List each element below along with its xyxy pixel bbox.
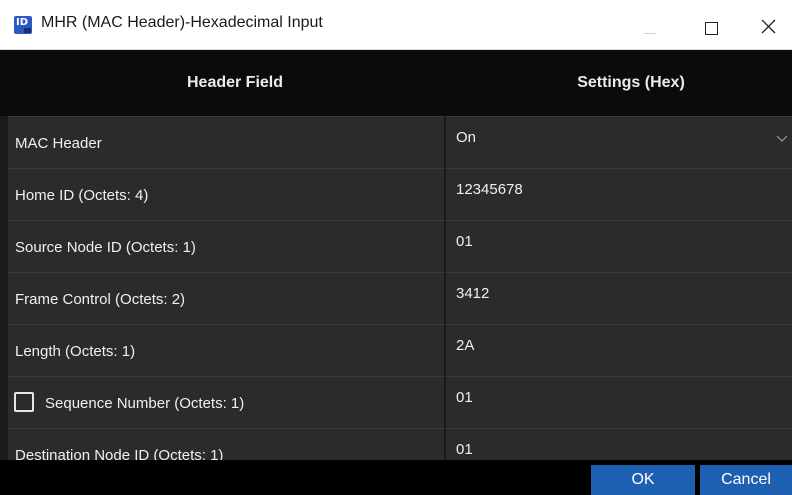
dropdown-value: On bbox=[456, 129, 477, 146]
source-node-id-input[interactable]: 01 bbox=[446, 220, 792, 272]
mac-header-dropdown[interactable]: On bbox=[446, 116, 792, 168]
field-label: Home ID (Octets: 4) bbox=[15, 187, 149, 204]
maximize-icon bbox=[705, 22, 718, 35]
cancel-button[interactable]: Cancel bbox=[700, 465, 792, 495]
field-cell: Destination Node ID (Octets: 1) bbox=[8, 428, 444, 460]
frame-control-input[interactable]: 3412 bbox=[446, 272, 792, 324]
field-cell: Sequence Number (Octets: 1) bbox=[8, 376, 444, 428]
table-row-home-id: Home ID (Octets: 4) 12345678 bbox=[0, 168, 792, 220]
home-id-input[interactable]: 12345678 bbox=[446, 168, 792, 220]
input-value: 01 bbox=[456, 389, 473, 406]
length-input[interactable]: 2A bbox=[446, 324, 792, 376]
input-value: 01 bbox=[456, 233, 473, 250]
close-button[interactable] bbox=[746, 0, 792, 50]
field-cell: Frame Control (Octets: 2) bbox=[8, 272, 444, 324]
field-cell: Source Node ID (Octets: 1) bbox=[8, 220, 444, 272]
table-row-destination-node-id: Destination Node ID (Octets: 1) 01 bbox=[0, 428, 792, 460]
field-cell: Home ID (Octets: 4) bbox=[8, 168, 444, 220]
header-fields-table[interactable]: MAC Header On Home ID (Octets: 4) 123456… bbox=[0, 116, 792, 460]
input-value: 3412 bbox=[456, 285, 490, 302]
minimize-icon bbox=[644, 33, 656, 34]
field-label: Destination Node ID (Octets: 1) bbox=[15, 447, 224, 460]
input-value: 12345678 bbox=[456, 181, 523, 198]
window-title: MHR (MAC Header)-Hexadecimal Input bbox=[41, 14, 323, 31]
chevron-down-icon bbox=[776, 135, 788, 142]
field-cell: MAC Header bbox=[8, 116, 444, 168]
field-label: Source Node ID (Octets: 1) bbox=[15, 239, 196, 256]
sequence-number-checkbox[interactable] bbox=[14, 392, 34, 412]
table-row-frame-control: Frame Control (Octets: 2) 3412 bbox=[0, 272, 792, 324]
minimize-button[interactable] bbox=[628, 0, 674, 50]
field-label: Frame Control (Octets: 2) bbox=[15, 291, 186, 308]
table-row-source-node-id: Source Node ID (Octets: 1) 01 bbox=[0, 220, 792, 272]
column-header-field: Header Field bbox=[0, 50, 470, 116]
column-header-settings: Settings (Hex) bbox=[470, 50, 792, 116]
table-row-mac-header: MAC Header On bbox=[0, 116, 792, 168]
maximize-button[interactable] bbox=[687, 0, 733, 50]
title-bar[interactable]: ID MHR (MAC Header)-Hexadecimal Input bbox=[0, 0, 792, 50]
field-label: MAC Header bbox=[15, 135, 102, 152]
field-label: Length (Octets: 1) bbox=[15, 343, 136, 360]
field-cell: Length (Octets: 1) bbox=[8, 324, 444, 376]
sequence-number-input[interactable]: 01 bbox=[446, 376, 792, 428]
field-label: Sequence Number (Octets: 1) bbox=[45, 395, 245, 412]
app-icon-glyph: ID bbox=[16, 17, 29, 28]
app-icon-corner bbox=[24, 28, 31, 33]
ok-button[interactable]: OK bbox=[591, 465, 695, 495]
table-row-sequence-number: Sequence Number (Octets: 1) 01 bbox=[0, 376, 792, 428]
table-row-length: Length (Octets: 1) 2A bbox=[0, 324, 792, 376]
app-icon: ID bbox=[14, 16, 32, 34]
destination-node-id-input[interactable]: 01 bbox=[446, 428, 792, 460]
input-value: 2A bbox=[456, 337, 475, 354]
close-icon bbox=[761, 19, 776, 34]
input-value: 01 bbox=[456, 441, 473, 458]
